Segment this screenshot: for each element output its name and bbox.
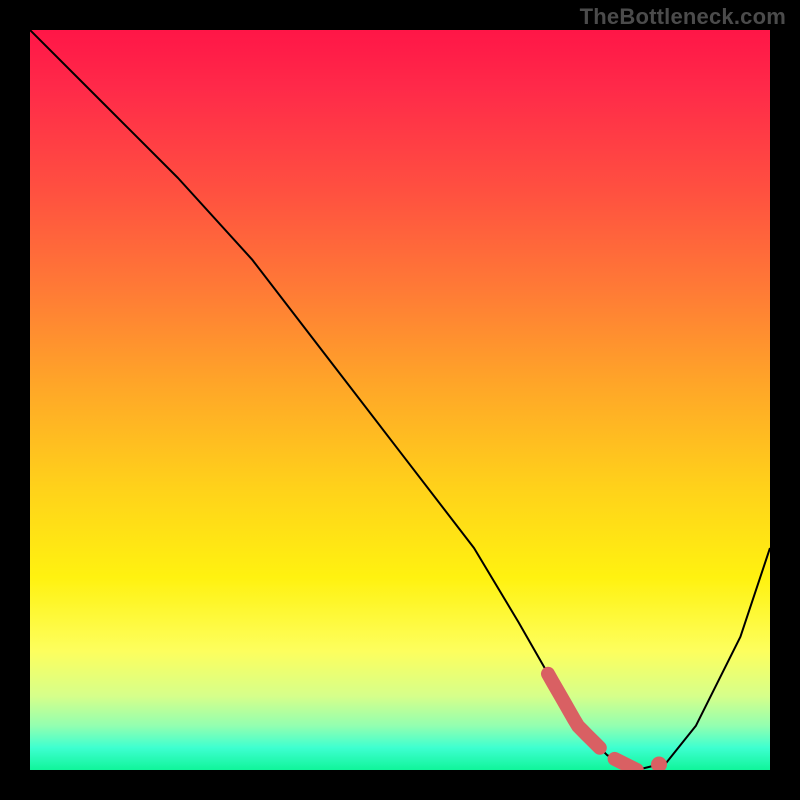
- curve-accent-dot: [651, 757, 667, 771]
- chart-frame: TheBottleneck.com: [0, 0, 800, 800]
- watermark-text: TheBottleneck.com: [580, 4, 786, 30]
- curve-accent: [548, 674, 600, 748]
- bottleneck-curve: [30, 30, 770, 770]
- plot-area: [30, 30, 770, 770]
- curve-accent-dash: [615, 759, 637, 770]
- curve-line: [30, 30, 770, 770]
